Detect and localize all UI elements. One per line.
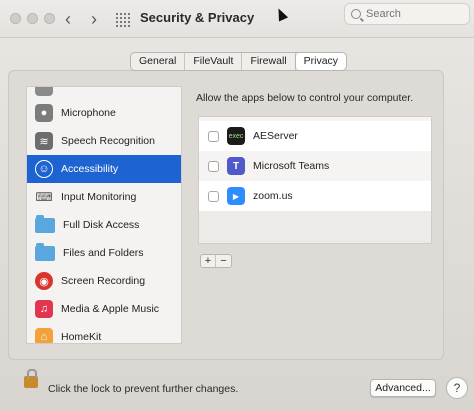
tab-privacy[interactable]: Privacy — [295, 53, 347, 70]
advanced-button[interactable]: Advanced... — [370, 379, 436, 397]
microphone-icon: ● — [35, 104, 53, 122]
forward-button[interactable]: › — [86, 9, 102, 29]
keyboard-icon: ⌨ — [35, 190, 53, 204]
lock-message: Click the lock to prevent further change… — [48, 383, 239, 395]
sidebar-item-input-monitoring[interactable]: ⌨ Input Monitoring — [27, 183, 181, 211]
sidebar-item-files-and-folders[interactable]: Files and Folders — [27, 239, 181, 267]
search-input[interactable] — [366, 8, 456, 20]
mouse-pointer-icon — [273, 6, 289, 22]
terminal-icon: exec — [227, 127, 245, 145]
sidebar-item-label: Microphone — [61, 107, 116, 119]
close-window-button[interactable] — [10, 13, 21, 24]
tab-general[interactable]: General — [131, 53, 186, 70]
sidebar-item-label: Input Monitoring — [61, 191, 137, 203]
sidebar-item-full-disk-access[interactable]: Full Disk Access — [27, 211, 181, 239]
back-button[interactable]: ‹ — [60, 9, 76, 29]
app-row-microsoft-teams[interactable]: T Microsoft Teams — [199, 151, 431, 181]
sidebar-item-screen-recording[interactable]: ◉ Screen Recording — [27, 267, 181, 295]
zoom-window-button[interactable] — [44, 13, 55, 24]
show-all-grid-icon[interactable] — [116, 13, 130, 27]
search-field[interactable] — [344, 3, 470, 25]
tab-bar: General FileVault Firewall Privacy — [130, 52, 348, 71]
help-button[interactable]: ? — [446, 377, 468, 399]
app-checkbox[interactable] — [208, 130, 219, 142]
app-checkbox[interactable] — [208, 160, 219, 172]
security-privacy-window: ‹ › Security & Privacy General FileVault… — [0, 0, 474, 411]
sidebar-item-label: Screen Recording — [61, 275, 146, 287]
sidebar-item-label: Accessibility — [61, 163, 119, 175]
screen-recording-icon: ◉ — [35, 272, 53, 290]
app-name: zoom.us — [253, 190, 293, 202]
category-icon — [35, 87, 53, 96]
tab-firewall[interactable]: Firewall — [242, 53, 296, 70]
app-name: Microsoft Teams — [253, 160, 330, 172]
remove-app-button[interactable]: − — [216, 255, 231, 267]
sidebar-item-label: Media & Apple Music — [61, 303, 160, 315]
sidebar-item-homekit[interactable]: ⌂ HomeKit — [27, 323, 181, 343]
sidebar-item-speech-recognition[interactable]: ≋ Speech Recognition — [27, 127, 181, 155]
app-name: AEServer — [253, 130, 298, 142]
app-checkbox[interactable] — [208, 190, 219, 202]
sidebar-item-microphone[interactable]: ● Microphone — [27, 99, 181, 127]
app-row-aeserver[interactable]: exec AEServer — [199, 121, 431, 151]
title-bar: ‹ › Security & Privacy — [0, 0, 474, 38]
lock-icon[interactable] — [24, 369, 38, 388]
accessibility-icon: ☺ — [35, 160, 53, 178]
minimize-window-button[interactable] — [27, 13, 38, 24]
add-remove-control: + − — [200, 254, 232, 268]
window-title: Security & Privacy — [140, 10, 255, 25]
sidebar-item-label: Full Disk Access — [63, 219, 140, 231]
panel-description: Allow the apps below to control your com… — [196, 92, 414, 104]
teams-icon: T — [227, 157, 245, 175]
sidebar-item-media-apple-music[interactable]: ♫ Media & Apple Music — [27, 295, 181, 323]
home-icon: ⌂ — [35, 328, 53, 343]
speech-recognition-icon: ≋ — [35, 132, 53, 150]
folder-icon — [35, 242, 55, 261]
empty-row — [199, 211, 431, 243]
music-icon: ♫ — [35, 300, 53, 318]
zoom-icon: ▶ — [227, 187, 245, 205]
app-list: exec AEServer T Microsoft Teams ▶ zoom.u… — [198, 116, 432, 244]
add-app-button[interactable]: + — [201, 255, 216, 267]
search-icon — [351, 9, 361, 19]
sidebar-item-accessibility[interactable]: ☺ Accessibility — [27, 155, 181, 183]
app-row-zoom[interactable]: ▶ zoom.us — [199, 181, 431, 211]
privacy-category-list: ● Microphone ≋ Speech Recognition ☺ Acce… — [26, 86, 182, 344]
tab-filevault[interactable]: FileVault — [185, 53, 243, 70]
sidebar-item-label: HomeKit — [61, 331, 102, 343]
folder-icon — [35, 214, 55, 233]
sidebar-item-label: Speech Recognition — [61, 135, 155, 147]
sidebar-item-label: Files and Folders — [63, 247, 144, 259]
